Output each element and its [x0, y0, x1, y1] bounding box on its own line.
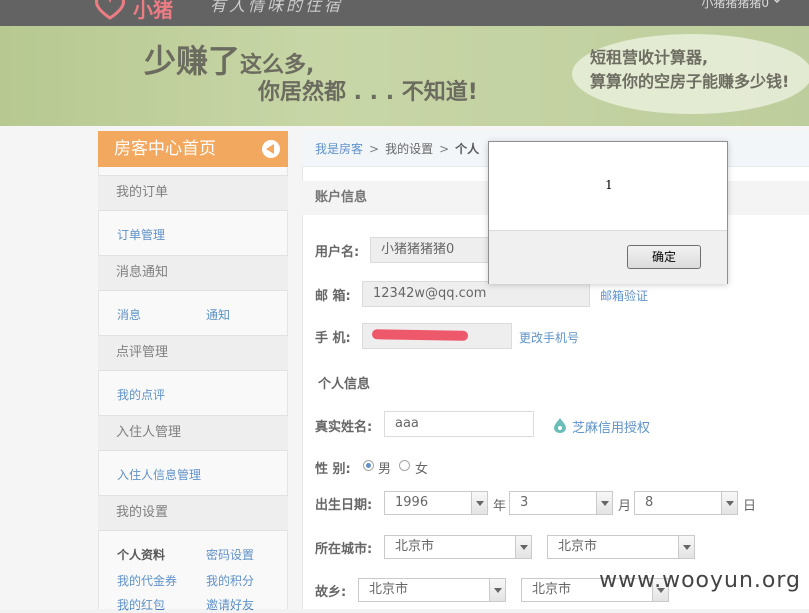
calculator-subtitle: 算算你的空房子能赚多少钱!	[590, 72, 790, 91]
city-city-select[interactable]: 北京市	[547, 535, 695, 559]
logo-text[interactable]: 小猪	[133, 0, 173, 23]
sidebar-section-settings: 我的设置	[98, 495, 288, 531]
alert-footer: 确定	[489, 230, 727, 284]
gender-female-label: 女	[415, 462, 429, 477]
sidebar-item-profile[interactable]: 个人资料	[117, 546, 165, 563]
chevron-down-icon	[515, 536, 531, 558]
slogan: 有人情味的住宿	[210, 0, 344, 15]
change-phone-link[interactable]: 更改手机号	[519, 329, 579, 346]
sidebar-section-messages: 消息通知	[98, 255, 288, 291]
gender-label: 性 别:	[315, 462, 351, 477]
month-unit: 月	[618, 499, 632, 514]
chevron-down-icon	[489, 579, 505, 601]
watermark: www.wooyun.org	[599, 568, 801, 593]
alert-message: 1	[605, 178, 613, 192]
email-field: 12342w@qq.com	[362, 281, 590, 307]
sesame-credit-link[interactable]: 芝麻信用授权	[572, 417, 650, 436]
sidebar-section-guests: 入住人管理	[98, 415, 288, 451]
sidebar-item-my-reviews[interactable]: 我的点评	[117, 386, 165, 403]
birth-month-select[interactable]: 3	[509, 491, 613, 515]
promo-banner[interactable]: 少赚了这么多, 你居然都 . . . 不知道! 短租营收计算器, 算算你的空房子…	[0, 26, 809, 126]
hometown-province-select[interactable]: 北京市	[358, 578, 506, 602]
sidebar-home-button[interactable]: 房客中心首页	[98, 131, 288, 167]
sidebar-item-invite[interactable]: 邀请好友	[206, 596, 254, 613]
sidebar-item-vouchers[interactable]: 我的代金券	[117, 572, 177, 589]
top-header: 小猪 有人情味的住宿 小猪猪猪猪0	[0, 0, 809, 26]
breadcrumb-settings[interactable]: 我的设置	[385, 142, 433, 156]
chevron-down-icon	[596, 492, 612, 514]
gender-male-label: 男	[378, 462, 392, 477]
birth-year-select[interactable]: 1996	[384, 491, 488, 515]
gender-male-radio[interactable]	[363, 460, 374, 471]
sidebar-section-reviews: 点评管理	[98, 335, 288, 371]
arrow-left-icon	[262, 140, 280, 158]
calculator-title: 短租营收计算器,	[590, 48, 709, 67]
pig-logo-icon[interactable]	[92, 0, 128, 20]
sidebar-item-red-packets[interactable]: 我的红包	[117, 596, 165, 613]
hometown-label: 故乡:	[315, 585, 347, 600]
year-unit: 年	[493, 499, 507, 514]
email-label: 邮 箱:	[315, 289, 351, 304]
sidebar-section-orders: 我的订单	[98, 175, 288, 211]
sidebar-item-password[interactable]: 密码设置	[206, 546, 254, 563]
username-menu[interactable]: 小猪猪猪猪0	[701, 0, 769, 11]
sidebar-item-guest-info[interactable]: 入住人信息管理	[117, 466, 201, 483]
username-label: 用户名:	[315, 245, 360, 260]
city-province-select[interactable]: 北京市	[384, 535, 532, 559]
city-label: 所在城市:	[315, 542, 373, 557]
realname-label: 真实姓名:	[315, 420, 373, 435]
chevron-down-icon	[471, 492, 487, 514]
phone-label: 手 机:	[315, 331, 351, 346]
chevron-down-icon	[678, 536, 694, 558]
gender-female-radio[interactable]	[399, 460, 410, 471]
birth-label: 出生日期:	[315, 498, 373, 513]
personal-section-title: 个人信息	[318, 377, 371, 392]
sesame-credit-icon	[554, 418, 566, 433]
redaction-mark	[371, 329, 469, 341]
sidebar-item-points[interactable]: 我的积分	[206, 572, 254, 589]
username-field: 小猪猪猪猪0	[370, 237, 490, 263]
email-verify-link[interactable]: 邮箱验证	[600, 287, 648, 304]
day-unit: 日	[743, 499, 757, 514]
realname-input[interactable]: aaa	[384, 411, 534, 437]
sidebar-item-messages[interactable]: 消息	[117, 306, 141, 323]
chevron-down-icon	[721, 492, 737, 514]
breadcrumb-root[interactable]: 我是房客	[315, 142, 363, 156]
alert-dialog: 1 确定	[488, 141, 728, 284]
breadcrumb-current: 个人	[455, 142, 480, 156]
banner-subline: 你居然都 . . . 不知道!	[258, 80, 478, 105]
chevron-down-icon[interactable]	[773, 0, 781, 4]
sidebar-item-order-management[interactable]: 订单管理	[117, 226, 165, 243]
birth-day-select[interactable]: 8	[634, 491, 738, 515]
alert-ok-button[interactable]: 确定	[627, 245, 701, 269]
sidebar-item-notices[interactable]: 通知	[206, 306, 230, 323]
